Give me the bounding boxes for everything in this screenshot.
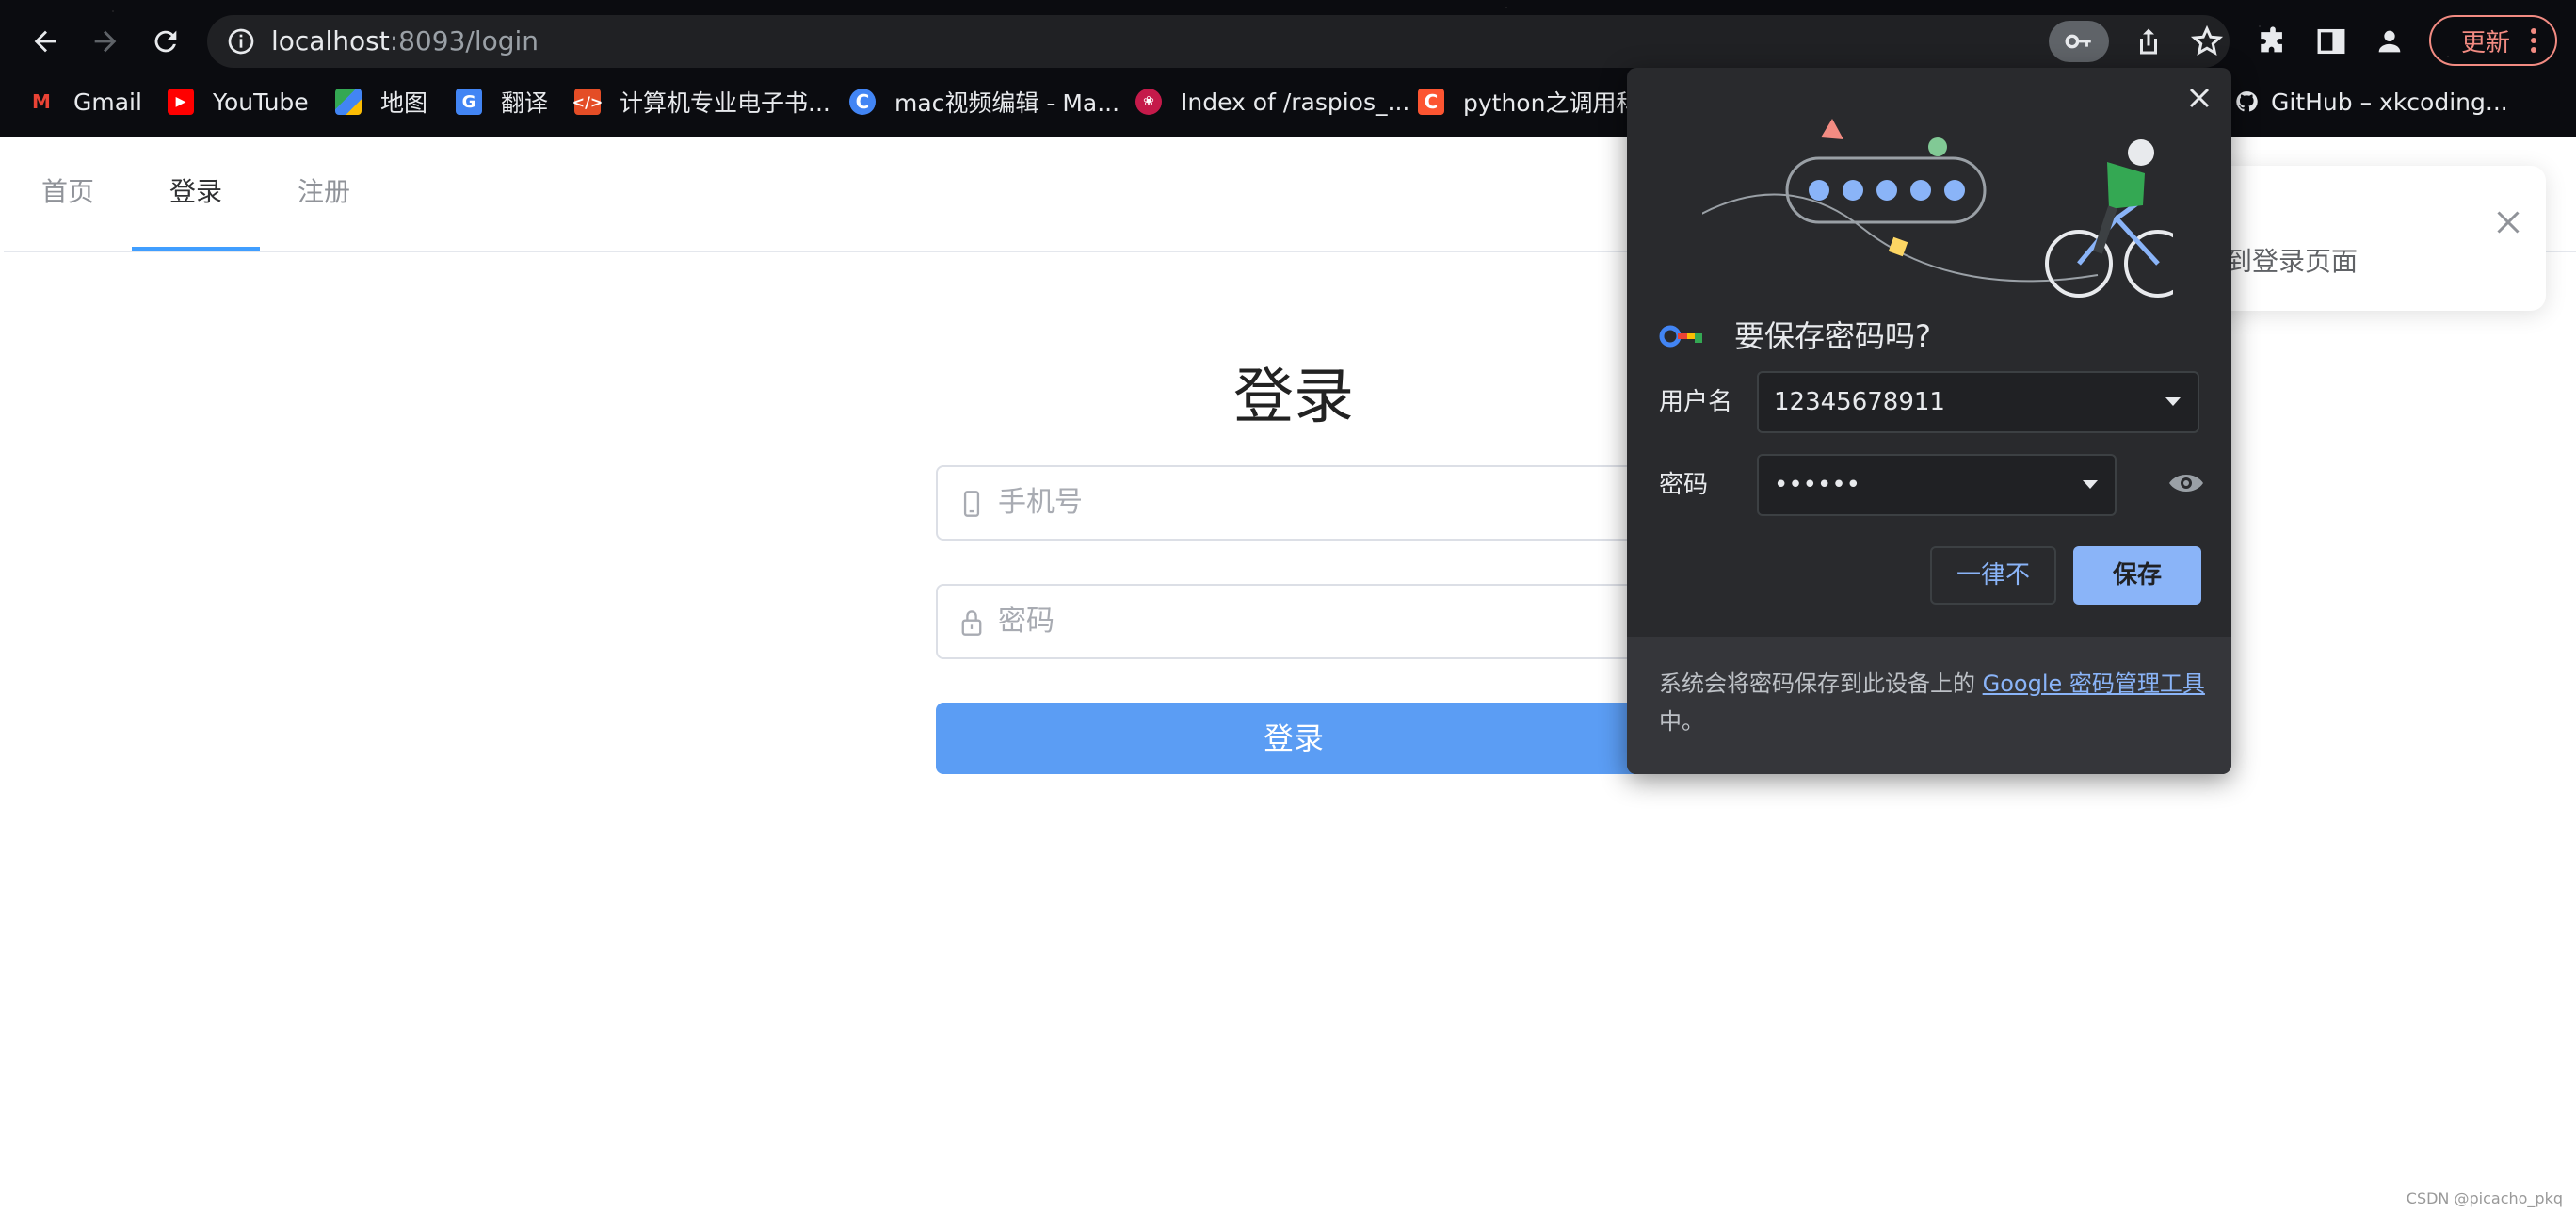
bookmark-github[interactable]: GitHub – xkcoding... (2233, 83, 2508, 121)
login-title: 登录 (1233, 363, 1354, 432)
tab-login[interactable]: 登录 (132, 137, 260, 251)
code-icon: </> (572, 89, 603, 115)
raspberry-icon: ❀ (1135, 89, 1162, 115)
bookmark-translate[interactable]: G 翻译 (456, 83, 548, 121)
c-circle-icon: C (849, 89, 876, 115)
username-value: 12345678911 (1774, 388, 1945, 416)
gmail-icon: M (32, 90, 51, 113)
info-icon[interactable] (226, 26, 256, 57)
dialog-footer: 系统会将密码保存到此设备上的 Google 密码管理工具中。 (1627, 637, 2231, 774)
update-button[interactable]: 更新 (2429, 15, 2557, 66)
never-button[interactable]: 一律不 (1930, 546, 2056, 605)
dialog-title: 要保存密码吗? (1734, 318, 1931, 354)
toast-message: 到登录页面 (2226, 246, 2359, 277)
reload-button[interactable] (139, 15, 192, 68)
bookmark-raspios[interactable]: ❀ Index of /raspios_... (1135, 83, 1409, 121)
active-tab-indicator (132, 247, 260, 251)
side-panel-button[interactable] (2310, 21, 2352, 62)
youtube-icon: ▶ (168, 89, 194, 115)
close-icon[interactable] (2182, 81, 2216, 115)
eye-icon[interactable] (2167, 469, 2205, 497)
footer-suffix: 中。 (1659, 708, 1704, 735)
bookmark-ebooks[interactable]: </> 计算机专业电子书... (572, 83, 830, 121)
bookmark-label: mac视频编辑 - Ma... (894, 89, 1120, 117)
mobile-phone-icon (963, 491, 980, 517)
login-button[interactable]: 登录 (936, 703, 1651, 774)
password-key-button[interactable] (2049, 21, 2109, 62)
google-key-icon (1659, 325, 1702, 348)
bookmark-mac-video[interactable]: C mac视频编辑 - Ma... (849, 83, 1119, 121)
lock-icon (961, 610, 982, 636)
share-icon[interactable] (2132, 24, 2165, 58)
password-select[interactable]: •••••• (1757, 454, 2117, 516)
person-icon (2378, 30, 2401, 53)
bookmark-label: Index of /raspios_... (1181, 88, 1410, 116)
caret-down-icon (2165, 397, 2181, 406)
bookmark-python[interactable]: C python之调用科 (1418, 83, 1639, 121)
reload-icon (154, 30, 177, 53)
bookmark-gmail[interactable]: M Gmail (28, 83, 142, 121)
caret-down-icon (2083, 480, 2098, 489)
arrow-right-icon (94, 30, 117, 53)
github-icon (2233, 89, 2260, 115)
url-host: localhost (271, 25, 390, 57)
csdn-icon: C (1418, 89, 1444, 115)
watermark: CSDN @picacho_pkq (2406, 1189, 2563, 1207)
bookmark-youtube[interactable]: ▶ YouTube (168, 83, 309, 121)
tab-home[interactable]: 首页 (4, 137, 132, 251)
key-icon (2065, 34, 2091, 49)
password-value: •••••• (1774, 471, 1861, 499)
bookmark-label: python之调用科 (1463, 89, 1640, 117)
password-input[interactable]: 密码 (936, 584, 1651, 659)
password-manager-link[interactable]: Google 密码管理工具 (1983, 671, 2205, 697)
username-label: 用户名 (1659, 388, 1733, 416)
puzzle-icon (2261, 26, 2282, 53)
forward-button[interactable] (79, 15, 132, 68)
password-placeholder: 密码 (998, 605, 1055, 638)
bookmark-label: YouTube (213, 88, 309, 116)
save-button[interactable]: 保存 (2073, 546, 2201, 605)
star-icon[interactable] (2190, 24, 2224, 58)
bookmark-label: 计算机专业电子书... (620, 89, 830, 117)
password-illustration (1702, 119, 2173, 298)
tab-register[interactable]: 注册 (260, 137, 388, 251)
update-label: 更新 (2461, 28, 2511, 57)
save-password-dialog: 要保存密码吗? 用户名 12345678911 密码 •••••• 一律不 保存… (1627, 68, 2231, 774)
back-button[interactable] (19, 15, 72, 68)
username-select[interactable]: 12345678911 (1757, 371, 2199, 433)
side-panel-icon (2317, 28, 2345, 55)
url-text[interactable]: localhost:8093/login (271, 15, 539, 68)
bookmark-label: Gmail (73, 88, 142, 116)
close-icon[interactable] (2491, 205, 2525, 239)
footer-text: 系统会将密码保存到此设备上的 Google 密码管理工具中。 (1659, 665, 2205, 740)
bookmark-label: 地图 (380, 89, 428, 117)
phone-input[interactable]: 手机号 (936, 465, 1651, 541)
phone-placeholder: 手机号 (998, 486, 1083, 519)
more-vert-icon (2531, 28, 2536, 53)
bookmark-label: GitHub – xkcoding... (2271, 88, 2508, 116)
extensions-button[interactable] (2252, 21, 2294, 62)
translate-icon: G (456, 89, 482, 115)
profile-button[interactable] (2369, 21, 2410, 62)
bookmark-maps[interactable]: 地图 (335, 83, 427, 121)
bookmark-label: 翻译 (501, 89, 549, 117)
password-label: 密码 (1659, 471, 1709, 499)
url-path: :8093/login (389, 25, 539, 57)
address-bar[interactable]: localhost:8093/login (207, 15, 2230, 68)
footer-prefix: 系统会将密码保存到此设备上的 (1659, 671, 1975, 697)
arrow-left-icon (34, 30, 56, 53)
maps-icon (335, 89, 362, 115)
